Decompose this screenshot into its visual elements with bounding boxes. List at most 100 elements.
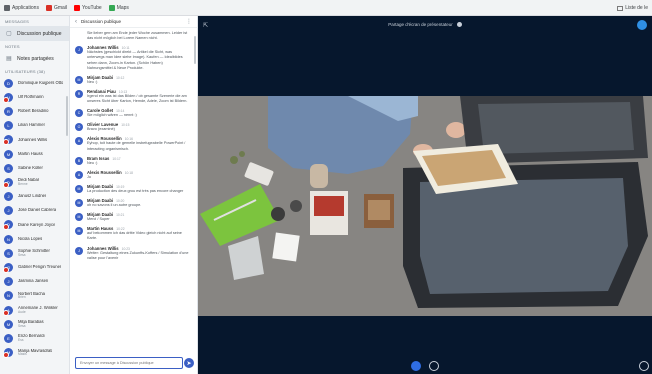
more-options-icon[interactable]: ⋮ (186, 18, 192, 25)
chat-message: M Martin Hauss 10:22 auf bekommen ich das d… (70, 224, 193, 243)
message-time: 10:17 (112, 156, 121, 161)
shared-notes-item[interactable]: ▤ Notes partagées (0, 51, 69, 66)
bookmarks-bar: Applications Gmail YouTube Maps Liste de… (0, 0, 652, 16)
avatar: R (4, 106, 13, 116)
avatar: D (3, 220, 13, 231)
user-status-button[interactable] (637, 20, 647, 30)
user-item[interactable]: S Sophie Schmitter Sesa (0, 246, 69, 260)
avatar: S (4, 163, 13, 173)
avatar: L (4, 121, 13, 131)
chat-panel: ‹ Discussion publique ⋮ Sie lieber gern … (70, 16, 198, 374)
message-text: La production des deux grou est très pas… (87, 188, 184, 193)
red-book-cover (314, 196, 344, 216)
message-text: Sie lieber gern am Ende jeder Woche zusa… (87, 31, 188, 41)
user-item[interactable]: A Annemarie J. Winkler Aude (0, 303, 69, 317)
notes-icon: ▤ (6, 56, 12, 62)
camera-button[interactable] (429, 361, 439, 371)
message-time: 10:15 (121, 123, 130, 128)
message-text: Merci / Super (87, 217, 110, 222)
user-item[interactable]: E Enzo Bernardi Ess (0, 331, 69, 345)
chat-header: ‹ Discussion publique ⋮ (70, 16, 197, 28)
bookmark-applications[interactable]: Applications (4, 4, 39, 11)
presentation-title: Partage d'écran de présentateur (198, 22, 652, 28)
chat-icon: ▢ (6, 31, 12, 37)
user-name: Martin Hauss (18, 151, 43, 156)
chat-scrollbar[interactable] (194, 36, 196, 64)
user-name: Lilian Hammel (18, 123, 45, 128)
microphone-button[interactable] (411, 361, 421, 371)
back-arrow-icon[interactable]: ‹ (75, 19, 77, 25)
presentation-options-icon[interactable] (456, 22, 462, 28)
user-name: Sabine Koller (18, 165, 43, 170)
user-item[interactable]: D Dominique Kuijpers Otto (0, 76, 69, 90)
user-item[interactable]: J Johannes Willis (0, 133, 69, 147)
user-item[interactable]: D Dedi Nabar Benne (0, 175, 69, 189)
message-time: 10:23 (121, 246, 130, 251)
bookmark-gmail[interactable]: Gmail (45, 4, 67, 11)
user-item[interactable]: U Ulf Rothmann (0, 90, 69, 104)
suitcase-lid-lining (478, 102, 634, 154)
avatar: M (75, 227, 83, 236)
user-item[interactable]: N Norbert Bacha Brien (0, 289, 69, 303)
chat-message: B Bram Issas 10:17 Neu :) (70, 154, 193, 168)
user-item[interactable]: J Janusz Lindner (0, 190, 69, 204)
chat-message: C Carole Gollet 10:14 Sie möglich wären — n… (70, 106, 193, 120)
user-item[interactable]: M Marija Mavrasdrati Masis (0, 346, 69, 360)
avatar: M (75, 75, 83, 84)
avatar: S (4, 248, 13, 258)
avatar: M (75, 184, 83, 193)
user-item[interactable]: J Jasmina Jansen (0, 275, 69, 289)
user-item[interactable]: R Robert Beradino (0, 104, 69, 118)
send-button[interactable]: ➤ (184, 358, 194, 368)
message-text: Weiter: Gestaltung eines Zukunfts-Koffer… (87, 250, 189, 260)
avatar: G (3, 263, 13, 274)
bookmark-maps[interactable]: Maps (108, 4, 129, 11)
avatar: R (75, 89, 83, 98)
avatar: M (4, 149, 13, 159)
lens-cap (290, 200, 302, 212)
reading-list-icon (617, 5, 624, 11)
public-chat-item[interactable]: ▢ Discussion publique (0, 26, 69, 41)
bookmark-youtube[interactable]: YouTube (74, 4, 102, 11)
avatar: J (75, 46, 83, 55)
user-item[interactable]: M Mitja Barabas Sesa (0, 317, 69, 331)
user-name: José Daniel Cabrera (18, 208, 57, 213)
user-item[interactable]: S Sabine Koller (0, 161, 69, 175)
chat-title: Discussion publique (81, 19, 122, 24)
user-item[interactable]: D Diane Kareyn Joyce (0, 218, 69, 232)
paper-sheet (272, 232, 300, 262)
avatar: N (4, 234, 13, 244)
users-scrollbar[interactable] (66, 96, 68, 136)
avatar: N (4, 291, 13, 301)
user-name: Johannes Willis (18, 137, 48, 142)
message-text: Bravo (examiné) (87, 127, 115, 132)
message-text: Neu :) (87, 160, 98, 165)
avatar: J (75, 246, 83, 255)
user-role: Masis (18, 352, 27, 357)
hand-left (446, 122, 466, 138)
tape-roll (271, 207, 285, 221)
user-role: Benne (18, 181, 28, 186)
send-icon: ➤ (186, 360, 192, 367)
chat-message-input[interactable] (75, 357, 183, 369)
message-text: Nächstes (geschickt direkt — Artikel die… (87, 50, 183, 70)
media-controls (198, 361, 652, 371)
user-item[interactable]: N Nicola Lopes (0, 232, 69, 246)
chat-message: M Mirjam Daabi 10:20 oh no savons il un aut… (70, 196, 193, 210)
users-panel: MESSAGES ▢ Discussion publique NOTES ▤ N… (0, 16, 70, 374)
user-item[interactable]: L Lilian Hammel (0, 119, 69, 133)
user-item[interactable]: M Martin Hauss (0, 147, 69, 161)
reading-list[interactable]: Liste de le (617, 0, 648, 16)
user-item[interactable]: J José Daniel Cabrera (0, 204, 69, 218)
avatar: A (3, 305, 13, 316)
chat-message: J Johannes Willis 10:23 Weiter: Gestaltung … (70, 244, 193, 263)
user-item[interactable]: G Gabriel Pengin Treuner (0, 260, 69, 274)
chat-message: Sie lieber gern am Ende jeder Woche zusa… (70, 29, 193, 43)
user-role: Sesa (18, 323, 26, 328)
user-name: Robert Beradino (18, 109, 49, 114)
maps-icon (108, 4, 115, 11)
chat-message: M Mirjam Daabi 10:21 Merci / Super (70, 210, 193, 224)
gmail-icon (45, 4, 52, 11)
fullscreen-button[interactable] (639, 361, 649, 371)
message-text: Neu :) (87, 79, 98, 84)
